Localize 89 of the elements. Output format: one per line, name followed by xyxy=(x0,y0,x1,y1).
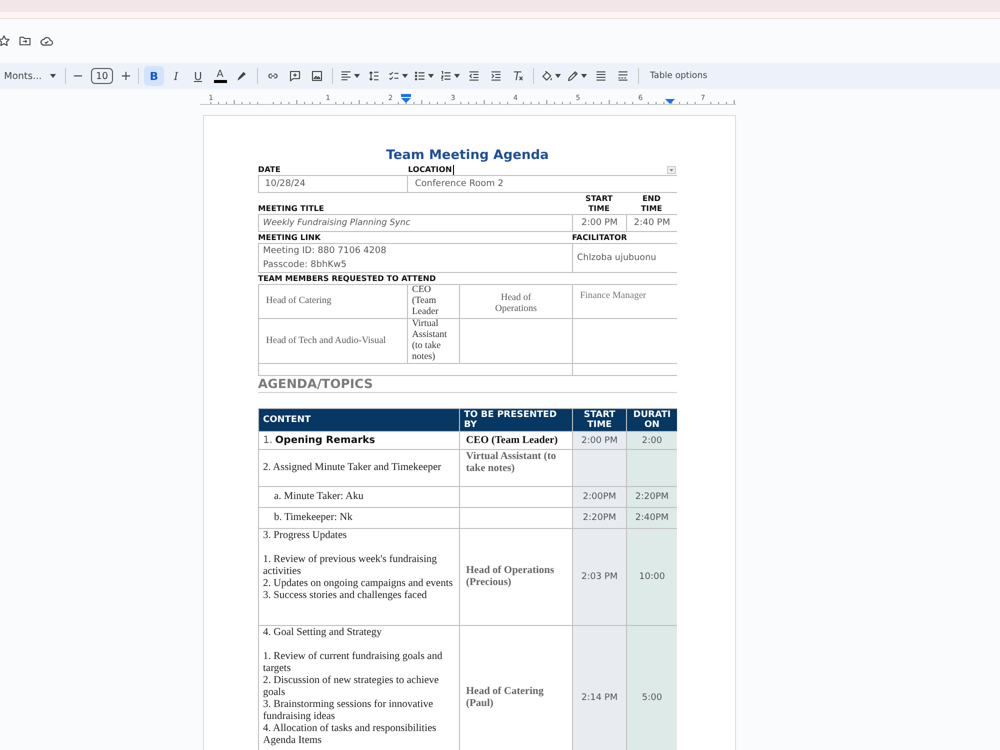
text-color-button[interactable]: A xyxy=(210,66,230,86)
team-member-cell: Head of Operations xyxy=(460,285,572,318)
indent-icon xyxy=(490,70,502,82)
caret-icon xyxy=(581,74,587,78)
start-time-cell: 2:14 PM xyxy=(573,626,626,750)
table-cell: 10/28/24 xyxy=(259,176,407,192)
caret-icon xyxy=(402,74,408,78)
document-title: Team Meeting Agenda xyxy=(385,148,550,164)
column-header: START TIME xyxy=(573,409,626,431)
agenda-item-title: 3. Progress Updates xyxy=(263,530,347,542)
column-header: TO BE PRESENTED BY xyxy=(460,409,572,431)
align-left-icon xyxy=(340,70,352,82)
team-member-cell: Head of Tech and Audio-Visual xyxy=(259,319,407,363)
start-time-cell: 2:00 PM xyxy=(573,432,626,449)
underline-button[interactable]: U xyxy=(188,66,208,86)
checklist-icon xyxy=(388,70,400,82)
cloud-check-icon[interactable] xyxy=(40,36,53,46)
meeting-link-line: Passcode: 8bhKw5 xyxy=(263,259,348,272)
agenda-point: 2. Updates on ongoing campaigns and events xyxy=(263,578,454,590)
agenda-point: 1. Review of previous week's fundraising activities xyxy=(263,554,438,578)
border-weight-icon xyxy=(595,70,607,82)
agenda-item-title: 1. Opening Remarks xyxy=(263,434,376,446)
highlighter-icon xyxy=(236,70,248,82)
font-dropdown[interactable]: Monts... xyxy=(2,66,60,86)
dropdown-icon[interactable] xyxy=(667,166,676,174)
duration-cell: 10:00 xyxy=(627,529,677,625)
meeting-link-line: Meeting ID: 880 7106 4208 xyxy=(263,245,388,258)
line-spacing-icon xyxy=(368,70,380,82)
team-member-cell: Virtual Assistant (to take notes) xyxy=(408,319,459,363)
comment-plus-icon xyxy=(289,70,301,82)
presenter-cell: Head of Operations (Precious) xyxy=(460,529,572,625)
team-member-cell: Head of Catering xyxy=(259,285,407,318)
start-time-cell: 2:03 PM xyxy=(573,529,626,625)
table-cell: b. Timekeeper: Nk xyxy=(259,508,459,528)
font-size-field[interactable]: 10 xyxy=(91,68,113,84)
team-member-cell: CEO (Team Leader xyxy=(408,285,459,318)
star-icon[interactable] xyxy=(0,35,10,47)
duration-cell: 2:20PM xyxy=(627,487,677,507)
border-dash-icon xyxy=(617,70,629,82)
table-cell: 2:00 PM xyxy=(573,215,626,231)
folder-move-icon[interactable] xyxy=(19,36,31,46)
table-cell: 2:40 PM xyxy=(627,215,677,231)
start-time-cell xyxy=(573,450,626,486)
section-heading: AGENDA/TOPICS xyxy=(258,376,677,393)
caret-icon xyxy=(428,74,434,78)
caret-icon xyxy=(555,74,561,78)
start-time-cell: 2:20PM xyxy=(573,508,626,528)
color-swatch-icon xyxy=(214,80,226,83)
bold-button[interactable]: B xyxy=(144,66,164,86)
duration-cell xyxy=(627,450,677,486)
agenda-point: 4. Allocation of tasks and responsibilities xyxy=(263,723,438,735)
column-header: CONTENT xyxy=(259,409,459,431)
numbered-list-icon xyxy=(440,70,452,82)
outdent-icon xyxy=(468,70,480,82)
agenda-point: Agenda Items xyxy=(263,735,323,747)
pen-icon xyxy=(567,70,579,82)
image-icon xyxy=(311,70,323,82)
presenter-cell: Virtual Assistant (to take notes) xyxy=(460,450,572,486)
presenter-cell: Head of Catering (Paul) xyxy=(460,626,572,750)
clear-formatting-icon xyxy=(512,70,524,82)
duration-cell: 2:00 xyxy=(627,432,677,449)
duration-cell: 5:00 xyxy=(627,626,677,750)
bulleted-list-icon xyxy=(414,70,426,82)
duration-cell: 2:40PM xyxy=(627,508,677,528)
agenda-item-title: 2. Assigned Minute Taker and Timekeeper xyxy=(263,462,442,474)
team-member-cell: Finance Manager xyxy=(573,285,677,318)
table-cell: a. Minute Taker: Aku xyxy=(259,487,459,507)
text-cursor-icon xyxy=(452,164,454,174)
indent-marker-icon[interactable] xyxy=(401,94,411,103)
table-cell: Conference Room 2 xyxy=(408,176,677,192)
start-time-cell: 2:00PM xyxy=(573,487,626,507)
agenda-point: 1. Review of current fundraising goals and targets xyxy=(263,651,444,675)
table-cell: Chlzoba ujubuonu xyxy=(573,244,677,272)
table-options-button[interactable]: Table options xyxy=(644,66,714,86)
paint-bucket-icon xyxy=(541,70,553,82)
presenter-cell: CEO (Team Leader) xyxy=(460,432,572,449)
decrease-font-size-button[interactable]: − xyxy=(71,66,85,86)
agenda-point: 2. Discussion of new strategies to achieve goals xyxy=(263,675,440,699)
increase-font-size-button[interactable]: + xyxy=(119,66,133,86)
table-cell: Weekly Fundraising Planning Sync xyxy=(259,215,572,231)
agenda-point: 3. Success stories and challenges faced xyxy=(263,590,428,602)
caret-icon xyxy=(50,74,56,78)
right-indent-icon[interactable] xyxy=(665,99,675,104)
italic-button[interactable]: I xyxy=(166,66,186,86)
caret-icon xyxy=(354,74,360,78)
agenda-item-title: 4. Goal Setting and Strategy xyxy=(263,627,382,639)
column-header: DURATION xyxy=(627,409,677,431)
caret-icon xyxy=(454,74,460,78)
agenda-point: 3. Brainstorming sessions for innovative fundraising ideas xyxy=(263,699,434,723)
